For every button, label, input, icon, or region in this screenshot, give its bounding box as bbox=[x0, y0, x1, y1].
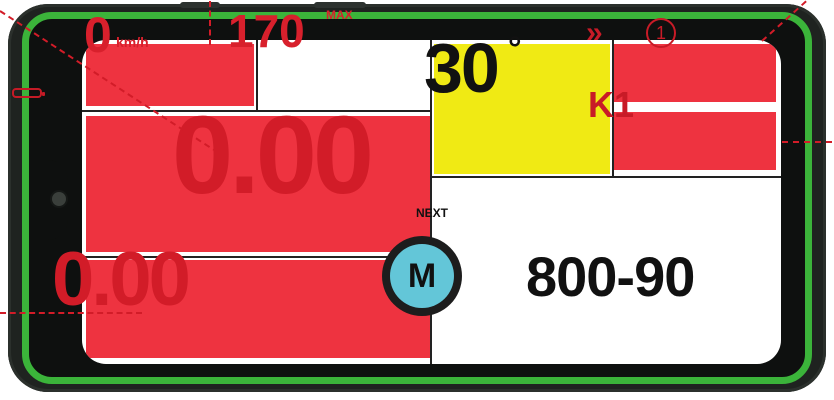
annotation-arrow-5 bbox=[209, 1, 211, 45]
annotation-arrow-2 bbox=[0, 312, 142, 314]
next-code: 800-90 bbox=[526, 245, 695, 308]
secondary-value: 0.00 bbox=[52, 237, 191, 322]
main-value: 0.00 bbox=[172, 94, 374, 217]
fast-forward-panel bbox=[614, 44, 776, 102]
degree-symbol: ° bbox=[508, 30, 522, 68]
right-top-divider bbox=[432, 176, 781, 178]
annotation-arrow-4 bbox=[782, 141, 832, 143]
numbered-circle-icon: 1 bbox=[646, 18, 676, 48]
battery-icon bbox=[12, 88, 45, 98]
speed-unit: km/h bbox=[116, 34, 149, 50]
angle-value: 30 bbox=[424, 29, 500, 107]
k-value-panel bbox=[614, 112, 776, 170]
next-label: NEXT bbox=[416, 206, 449, 220]
mode-letter: M bbox=[390, 244, 454, 308]
max-speed-value: 170 bbox=[228, 5, 305, 57]
k-value: K1 bbox=[588, 84, 635, 125]
top-button-1 bbox=[180, 2, 220, 8]
camera-icon bbox=[52, 192, 66, 206]
mode-m-icon[interactable]: M bbox=[382, 236, 462, 316]
max-label: MAX bbox=[326, 8, 353, 22]
fast-forward-icon: » bbox=[586, 16, 603, 49]
speed-value: 0 bbox=[84, 7, 112, 63]
